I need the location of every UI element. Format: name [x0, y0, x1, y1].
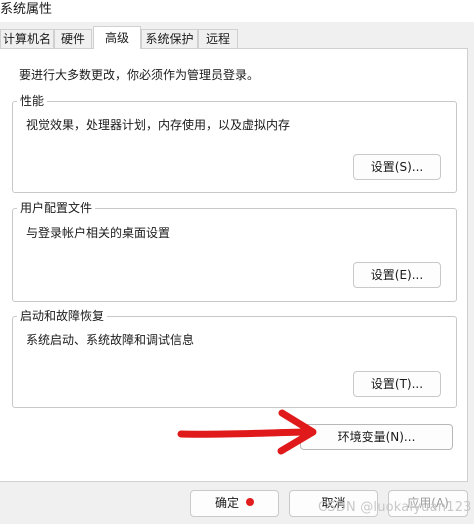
tab-remote[interactable]: 远程 [198, 29, 238, 48]
performance-description: 视觉效果，处理器计划，内存使用，以及虚拟内存 [26, 118, 291, 132]
tab-system-protection[interactable]: 系统保护 [141, 29, 198, 48]
user-profiles-title: 用户配置文件 [17, 200, 96, 216]
user-profiles-settings-button[interactable]: 设置(E)... [353, 262, 441, 288]
tab-hardware[interactable]: 硬件 [54, 29, 92, 48]
red-dot-marker [246, 498, 254, 506]
title-bar: 系统属性 [0, 0, 474, 22]
performance-title: 性能 [17, 93, 48, 109]
user-profiles-description: 与登录帐户相关的桌面设置 [26, 226, 171, 240]
environment-variables-button[interactable]: 环境变量(N)... [300, 424, 453, 450]
admin-note: 要进行大多数更改，你必须作为管理员登录。 [19, 68, 260, 82]
startup-recovery-group: 启动和故障恢复 系统启动、系统故障和调试信息 设置(T)... [12, 308, 457, 408]
performance-settings-button[interactable]: 设置(S)... [353, 154, 441, 180]
window-title: 系统属性 [0, 2, 53, 17]
performance-group: 性能 视觉效果，处理器计划，内存使用，以及虚拟内存 设置(S)... [12, 93, 457, 193]
tab-computer-name[interactable]: 计算机名 [0, 29, 54, 48]
user-profiles-group: 用户配置文件 与登录帐户相关的桌面设置 设置(E)... [12, 200, 457, 302]
startup-recovery-title: 启动和故障恢复 [17, 308, 108, 324]
watermark: CSDN @luokaiyuan123 [318, 500, 472, 515]
startup-recovery-description: 系统启动、系统故障和调试信息 [26, 333, 195, 347]
ok-button[interactable]: 确定 [190, 490, 279, 517]
ok-button-label: 确定 [214, 496, 239, 510]
tab-advanced[interactable]: 高级 [93, 26, 141, 49]
tab-strip: 计算机名 硬件 高级 系统保护 远程 [0, 26, 474, 49]
startup-recovery-settings-button[interactable]: 设置(T)... [353, 371, 441, 397]
